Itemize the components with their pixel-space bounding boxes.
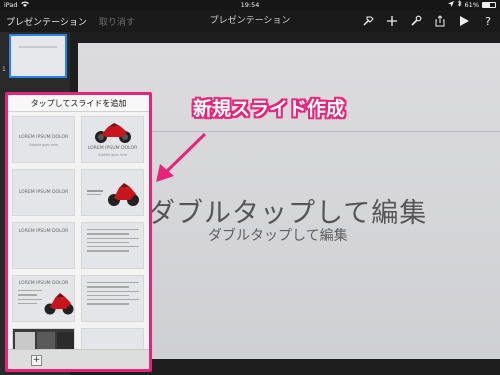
template-bullet-lines <box>18 290 42 307</box>
template-title: LOREM IPSUM DOLOR <box>18 135 69 140</box>
popover-header: タップしてスライドを追加 <box>8 95 149 112</box>
template-title: LOREM IPSUM DOLOR <box>18 281 69 286</box>
status-bar: iPad 19:54 61% <box>0 0 500 10</box>
slide-subtitle-placeholder[interactable]: ダブルタップして編集 <box>208 225 348 245</box>
wrench-icon[interactable] <box>410 15 422 27</box>
hammer-icon[interactable] <box>362 15 374 27</box>
toolbar-right: ? <box>362 10 494 32</box>
battery-icon <box>482 2 496 8</box>
template-title: LOREM IPSUM DOLOR <box>87 146 138 151</box>
status-time: 19:54 <box>240 1 260 9</box>
popover-footer: + <box>8 349 149 369</box>
motorcycle-image <box>108 183 139 206</box>
template-grid: LOREM IPSUM DOLOR Subtitle goes here LOR… <box>8 112 149 369</box>
status-right: 61% <box>447 0 496 10</box>
template-title: LOREM IPSUM DOLOR <box>18 229 69 234</box>
help-icon[interactable]: ? <box>482 15 494 28</box>
template-title-only[interactable]: LOREM IPSUM DOLOR <box>12 169 75 216</box>
template-subtitle: Subtitle goes here <box>97 153 128 157</box>
new-slide-popover: タップしてスライドを追加 LOREM IPSUM DOLOR Subtitle … <box>5 92 152 372</box>
template-bullets-2[interactable] <box>81 275 144 322</box>
play-icon[interactable] <box>458 15 470 27</box>
undo-button[interactable]: 取り消す <box>99 15 135 28</box>
motorcycle-image <box>44 293 74 315</box>
template-title-slide[interactable]: LOREM IPSUM DOLOR Subtitle goes here <box>12 116 75 163</box>
motorcycle-image <box>95 123 131 143</box>
slide-thumbnail[interactable] <box>9 34 67 78</box>
template-photo-title[interactable]: LOREM IPSUM DOLOR Subtitle goes here <box>81 116 144 163</box>
bluetooth-icon <box>457 0 462 10</box>
template-title-bullets-photo[interactable]: LOREM IPSUM DOLOR <box>12 275 75 322</box>
presentations-button[interactable]: プレゼンテーション <box>6 15 87 28</box>
template-subtitle-line <box>87 194 101 196</box>
template-title-line <box>87 190 103 192</box>
add-slide-button[interactable]: + <box>31 355 42 366</box>
battery-percent: 61% <box>464 1 479 9</box>
annotation-label: 新規スライド作成 <box>193 98 346 120</box>
slide-number: 1 <box>2 66 6 73</box>
template-bullet-lines <box>87 229 139 255</box>
share-icon[interactable] <box>434 15 446 27</box>
template-bullets[interactable] <box>81 222 144 269</box>
location-icon <box>447 0 454 10</box>
template-subtitle: Subtitle goes here <box>28 143 59 147</box>
toolbar: プレゼンテーション 取り消す プレゼンテーション ? <box>0 10 500 32</box>
thumbnail-title-line <box>19 46 57 48</box>
toolbar-left: プレゼンテーション 取り消す <box>6 10 135 32</box>
plus-icon[interactable] <box>386 15 398 27</box>
template-title-top[interactable]: LOREM IPSUM DOLOR <box>12 222 75 269</box>
template-title: LOREM IPSUM DOLOR <box>18 190 69 195</box>
template-bullet-lines <box>87 282 139 308</box>
template-photo-vertical[interactable] <box>81 169 144 216</box>
annotation-arrow <box>156 132 207 182</box>
